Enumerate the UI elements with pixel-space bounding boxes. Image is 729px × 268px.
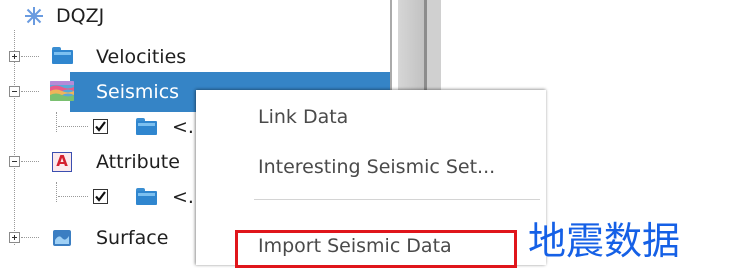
surface-icon [53, 230, 71, 246]
folder-icon [136, 188, 157, 205]
checkbox[interactable] [93, 189, 108, 204]
seismic-icon [50, 81, 74, 101]
context-menu: Link Data Interesting Seismic Set... Imp… [196, 90, 546, 265]
tree-item-label: Seismics [96, 81, 180, 103]
tree-connector [21, 91, 39, 92]
expand-icon[interactable] [9, 51, 20, 62]
tree-connector [21, 56, 39, 57]
tree-root[interactable]: DQZJ [0, 0, 390, 36]
tree-root-label: DQZJ [56, 5, 105, 27]
annotation-label: 地震数据 [528, 219, 681, 263]
tree-connector [21, 237, 39, 238]
expand-icon[interactable] [9, 232, 20, 243]
menu-item-link-data[interactable]: Link Data [258, 106, 348, 128]
tree-item-label: Velocities [96, 46, 187, 68]
collapse-icon[interactable] [9, 156, 20, 167]
tree-item-label: Surface [96, 227, 169, 249]
tree-item-velocities[interactable]: Velocities [0, 37, 390, 77]
folder-icon [136, 118, 157, 135]
folder-icon [52, 47, 73, 64]
menu-separator [254, 199, 540, 200]
project-root-icon [25, 7, 43, 25]
tree-connector [21, 161, 39, 162]
tree-item-label: Attribute [96, 151, 180, 173]
collapse-icon[interactable] [9, 86, 20, 97]
attribute-icon: A [52, 152, 72, 172]
checkbox[interactable] [93, 119, 108, 134]
tree-connector [58, 196, 88, 197]
menu-item-interesting-seismic-set[interactable]: Interesting Seismic Set... [258, 156, 495, 178]
menu-item-import-seismic-data[interactable]: Import Seismic Data [258, 235, 452, 257]
tree-connector [58, 126, 88, 127]
